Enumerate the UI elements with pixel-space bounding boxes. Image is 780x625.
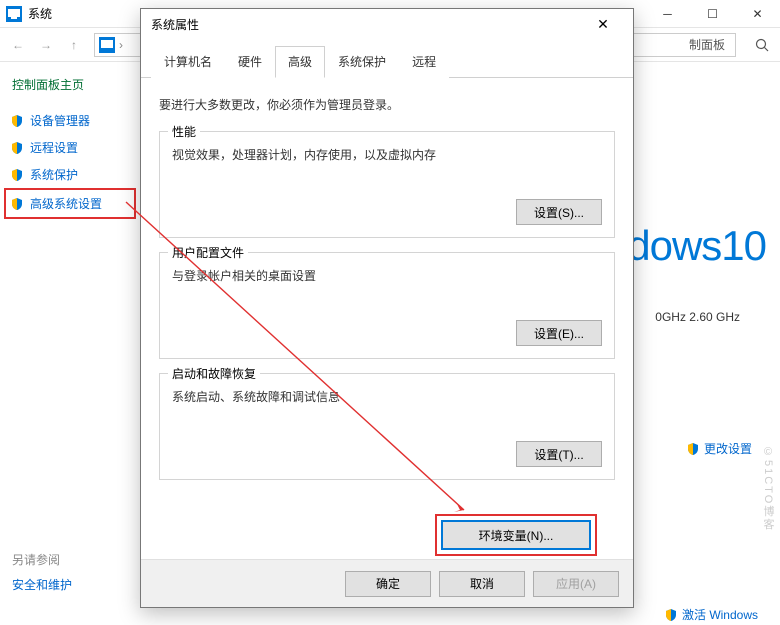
- sidebar-bottom: 另请参阅 安全和维护: [12, 551, 72, 593]
- change-settings-link[interactable]: 更改设置: [686, 440, 752, 457]
- forward-button[interactable]: →: [34, 33, 58, 57]
- up-button[interactable]: ↑: [62, 33, 86, 57]
- cancel-button[interactable]: 取消: [439, 571, 525, 597]
- group-desc: 系统启动、系统故障和调试信息: [172, 388, 602, 405]
- sidebar-item-3[interactable]: 高级系统设置: [4, 188, 136, 219]
- group-settings-button-2[interactable]: 设置(T)...: [516, 441, 602, 467]
- close-button[interactable]: ✕: [735, 0, 780, 28]
- dialog-title: 系统属性: [151, 16, 199, 33]
- tab-2[interactable]: 高级: [275, 46, 325, 78]
- group-title: 性能: [168, 123, 200, 140]
- shield-icon: [10, 114, 24, 128]
- group-1: 用户配置文件与登录帐户相关的桌面设置设置(E)...: [159, 252, 615, 359]
- env-variables-button[interactable]: 环境变量(N)...: [441, 520, 591, 550]
- windows-brand: dows10: [627, 222, 766, 270]
- group-2: 启动和故障恢复系统启动、系统故障和调试信息设置(T)...: [159, 373, 615, 480]
- sidebar-item-label: 远程设置: [30, 139, 78, 156]
- see-also-label: 另请参阅: [12, 551, 72, 568]
- group-title: 用户配置文件: [168, 244, 248, 261]
- shield-icon: [10, 141, 24, 155]
- watermark: ©51CTO博客: [760, 446, 776, 531]
- tab-0[interactable]: 计算机名: [151, 46, 225, 78]
- tab-3[interactable]: 系统保护: [325, 46, 399, 78]
- bg-window-title: 系统: [28, 5, 52, 22]
- group-0: 性能视觉效果，处理器计划，内存使用，以及虚拟内存设置(S)...: [159, 131, 615, 238]
- sidebar-item-label: 系统保护: [30, 166, 78, 183]
- sidebar-item-label: 设备管理器: [30, 112, 90, 129]
- tab-1[interactable]: 硬件: [225, 46, 275, 78]
- shield-icon: [10, 197, 24, 211]
- minimize-button[interactable]: ─: [645, 0, 690, 28]
- group-desc: 与登录帐户相关的桌面设置: [172, 267, 602, 284]
- env-variables-highlight: 环境变量(N)...: [435, 514, 597, 556]
- shield-icon: [664, 608, 678, 622]
- search-icon[interactable]: [750, 33, 774, 57]
- address-icon: [99, 37, 115, 53]
- shield-icon: [686, 442, 700, 456]
- dialog-titlebar: 系统属性 ✕: [141, 9, 633, 39]
- maximize-button[interactable]: ☐: [690, 0, 735, 28]
- group-desc: 视觉效果，处理器计划，内存使用，以及虚拟内存: [172, 146, 602, 163]
- sidebar-title[interactable]: 控制面板主页: [10, 76, 130, 93]
- intro-text: 要进行大多数更改，你必须作为管理员登录。: [159, 96, 615, 113]
- tab-4[interactable]: 远程: [399, 46, 449, 78]
- see-also-link[interactable]: 安全和维护: [12, 576, 72, 593]
- cpu-info: 0GHz 2.60 GHz: [655, 310, 740, 324]
- dialog-content: 要进行大多数更改，你必须作为管理员登录。 性能视觉效果，处理器计划，内存使用，以…: [141, 78, 633, 559]
- system-properties-dialog: 系统属性 ✕ 计算机名硬件高级系统保护远程 要进行大多数更改，你必须作为管理员登…: [140, 8, 634, 608]
- dialog-footer: 确定 取消 应用(A): [141, 559, 633, 607]
- apply-button[interactable]: 应用(A): [533, 571, 619, 597]
- back-button[interactable]: ←: [6, 33, 30, 57]
- group-title: 启动和故障恢复: [168, 365, 260, 382]
- sidebar-item-0[interactable]: 设备管理器: [10, 107, 130, 134]
- group-settings-button-0[interactable]: 设置(S)...: [516, 199, 602, 225]
- activate-windows-link[interactable]: 激活 Windows: [664, 606, 758, 623]
- sidebar-item-label: 高级系统设置: [30, 195, 102, 212]
- group-settings-button-1[interactable]: 设置(E)...: [516, 320, 602, 346]
- shield-icon: [10, 168, 24, 182]
- system-icon: [6, 6, 22, 22]
- sidebar-item-2[interactable]: 系统保护: [10, 161, 130, 188]
- dialog-close-button[interactable]: ✕: [583, 10, 623, 38]
- dialog-tabs: 计算机名硬件高级系统保护远程: [141, 39, 633, 78]
- sidebar: 控制面板主页 设备管理器远程设置系统保护高级系统设置: [0, 62, 140, 611]
- sidebar-item-1[interactable]: 远程设置: [10, 134, 130, 161]
- ok-button[interactable]: 确定: [345, 571, 431, 597]
